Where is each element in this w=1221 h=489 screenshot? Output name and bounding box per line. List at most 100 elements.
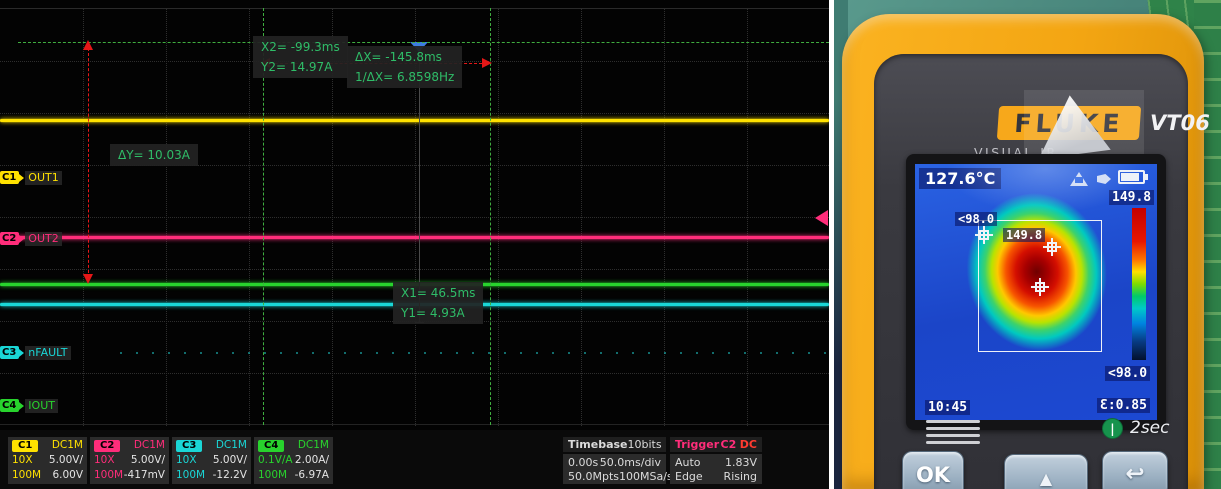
- timebase-panel[interactable]: Timebase 10bits 0.00s 50.0ms/div 50.0Mpt…: [563, 437, 673, 484]
- battery-icon: [1118, 170, 1148, 184]
- channel-badge: C2: [0, 232, 20, 245]
- alarm-icon: [1070, 172, 1088, 186]
- channel-info-c1[interactable]: C1 DC1M 10X 5.00V/ 100M 6.00V: [8, 437, 87, 484]
- channel-offset: 6.00V: [52, 469, 83, 481]
- cursor-readout-dy: ΔY= 10.03A: [110, 144, 198, 166]
- channel-marker-c2[interactable]: C2 OUT2: [0, 231, 62, 246]
- channel-offset: -417mV: [123, 469, 165, 481]
- channel-marker-c4[interactable]: C4 IOUT: [0, 398, 58, 413]
- cold-spot-label: <98.0: [955, 212, 998, 226]
- channel-info-c2[interactable]: C2 DC1M 10X 5.00V/ 100M -417mV: [90, 437, 169, 484]
- cursor-y2-value: Y2= 14.97A: [261, 60, 333, 74]
- delta-y-arrow-down-icon: [83, 274, 93, 284]
- channel-coupling: DC1M: [215, 439, 247, 451]
- channel-info-c4[interactable]: C4 DC1M 0.1V/A 2.00A/ 100M -6.97A: [254, 437, 333, 484]
- timebase-delay: 0.00s: [568, 455, 599, 469]
- channel-marker-arrow-icon: [19, 173, 25, 182]
- channel-offset: -12.2V: [212, 469, 247, 481]
- channel-badge: C1: [0, 171, 20, 184]
- channel-scale: 5.00V/: [130, 454, 165, 466]
- channel-marker-arrow-icon: [19, 348, 25, 357]
- hot-spot-label: 149.8: [1003, 228, 1046, 242]
- channel-coupling: DC1M: [133, 439, 165, 451]
- trigger-title: Trigger: [675, 438, 720, 451]
- channel-probe: 10X: [176, 454, 197, 466]
- delta-y-arrow-line[interactable]: [88, 48, 89, 278]
- cursor-y2-line[interactable]: [18, 42, 829, 43]
- channel-badge: C3: [176, 439, 203, 452]
- waveform-c2: [0, 236, 829, 239]
- channel-badge: C2: [94, 439, 121, 452]
- delta-y-arrow-up-icon: [83, 40, 93, 50]
- channel-coupling: DC1M: [51, 439, 83, 451]
- vt06-front-panel: FLUKE VT06 VISUAL IR THERMOMETER 127.6°C…: [874, 54, 1210, 489]
- channel-marker-arrow-icon: [19, 234, 25, 243]
- thermometer-photo: FLUKE VT06 VISUAL IR THERMOMETER 127.6°C…: [834, 0, 1221, 489]
- timebase-title: Timebase: [568, 438, 628, 451]
- trigger-level: 1.83V: [724, 455, 757, 469]
- trigger-mode: Auto: [675, 455, 701, 469]
- cursor-inv-dx-value: 1/ΔX= 6.8598Hz: [355, 70, 455, 84]
- cursor-dy-value: ΔY= 10.03A: [118, 148, 190, 162]
- channel-offset: -6.97A: [294, 469, 329, 481]
- channel-badge: C1: [12, 439, 39, 452]
- channel-probe: 0.1V/A: [258, 454, 293, 466]
- cursor-readout-x2y2: X2= -99.3ms Y2= 14.97A: [253, 36, 348, 78]
- channel-probe: 10X: [12, 454, 33, 466]
- timebase-scale: 50.0ms/div: [599, 455, 661, 469]
- channel-scale: 2.00A/: [294, 454, 329, 466]
- channel-marker-arrow-icon: [19, 401, 25, 410]
- channel-label: OUT2: [25, 231, 62, 246]
- trigger-type: Edge: [675, 469, 703, 483]
- trigger-panel[interactable]: Trigger C2 DC Auto 1.83V Edge Rising: [670, 437, 762, 484]
- channel-scale: 5.00V/: [48, 454, 83, 466]
- cursor-readout-x1y1: X1= 46.5ms Y1= 4.93A: [393, 282, 484, 324]
- trigger-source: C2: [720, 438, 737, 451]
- cursor-x1-line[interactable]: [490, 8, 491, 425]
- channel-bandwidth: 100M: [258, 469, 288, 481]
- oscilloscope-screen: X2= -99.3ms Y2= 14.97A ΔX= -145.8ms 1/ΔX…: [0, 0, 829, 489]
- power-indicator-icon: |: [1102, 418, 1123, 439]
- channel-marker-c3[interactable]: C3 nFAULT: [0, 345, 71, 360]
- channel-info-c3[interactable]: C3 DC1M 10X 5.00V/ 100M -12.2V: [172, 437, 251, 484]
- cursor-x2-value: X2= -99.3ms: [261, 40, 340, 54]
- grid-line: [0, 113, 829, 114]
- grid-line: [0, 373, 829, 374]
- delta-x-arrow-right-icon: [482, 58, 492, 68]
- hot-spot-crosshair-icon: [1043, 238, 1061, 256]
- trigger-level-arrow-icon[interactable]: [815, 210, 828, 226]
- cursor-x1-value: X1= 46.5ms: [401, 286, 476, 300]
- status-bar: C1 DC1M 10X 5.00V/ 100M 6.00V C2 DC1M 10…: [0, 430, 829, 489]
- grid-line: [0, 269, 829, 270]
- screenshot-stage: X2= -99.3ms Y2= 14.97A ΔX= -145.8ms 1/ΔX…: [0, 0, 1221, 489]
- ok-button[interactable]: OK: [902, 451, 964, 489]
- power-hold-hint: 2sec: [1130, 418, 1170, 438]
- channel-marker-c1[interactable]: C1 OUT1: [0, 170, 62, 185]
- waveform-c1: [0, 119, 829, 122]
- channel-label: IOUT: [25, 398, 58, 413]
- waveform-c3-glitch-dots: [120, 352, 829, 354]
- channel-coupling: DC1M: [297, 439, 329, 451]
- trigger-coupling: DC: [739, 438, 757, 451]
- channel-scale: 5.00V/: [212, 454, 247, 466]
- model-label: VT06: [1150, 111, 1210, 135]
- center-crosshair-icon: [1031, 278, 1049, 296]
- cursor-dx-value: ΔX= -145.8ms: [355, 50, 442, 64]
- up-button[interactable]: ▲: [1004, 454, 1088, 489]
- clock-readout: 10:45: [925, 400, 971, 415]
- scale-min-label: <98.0: [1105, 366, 1151, 381]
- channel-label: OUT1: [25, 170, 62, 185]
- scale-max-label: 149.8: [1109, 190, 1155, 205]
- menu-icon: [926, 420, 980, 448]
- back-button[interactable]: ↩: [1102, 451, 1168, 489]
- channel-bandwidth: 100M: [12, 469, 42, 481]
- cursor-y1-value: Y1= 4.93A: [401, 306, 465, 320]
- vt06-device-body: FLUKE VT06 VISUAL IR THERMOMETER 127.6°C…: [842, 14, 1210, 489]
- channel-bandwidth: 100M: [94, 469, 124, 481]
- channel-label: nFAULT: [25, 345, 71, 360]
- main-temperature-readout: 127.6°C: [919, 168, 1002, 189]
- thermal-display: 127.6°C 149.8 <98.0 <98.0 149.8 10:45 Ɛ:…: [915, 164, 1157, 420]
- trigger-slope: Rising: [723, 469, 757, 483]
- grid-line: [0, 217, 829, 218]
- emissivity-readout: Ɛ:0.85: [1097, 398, 1150, 413]
